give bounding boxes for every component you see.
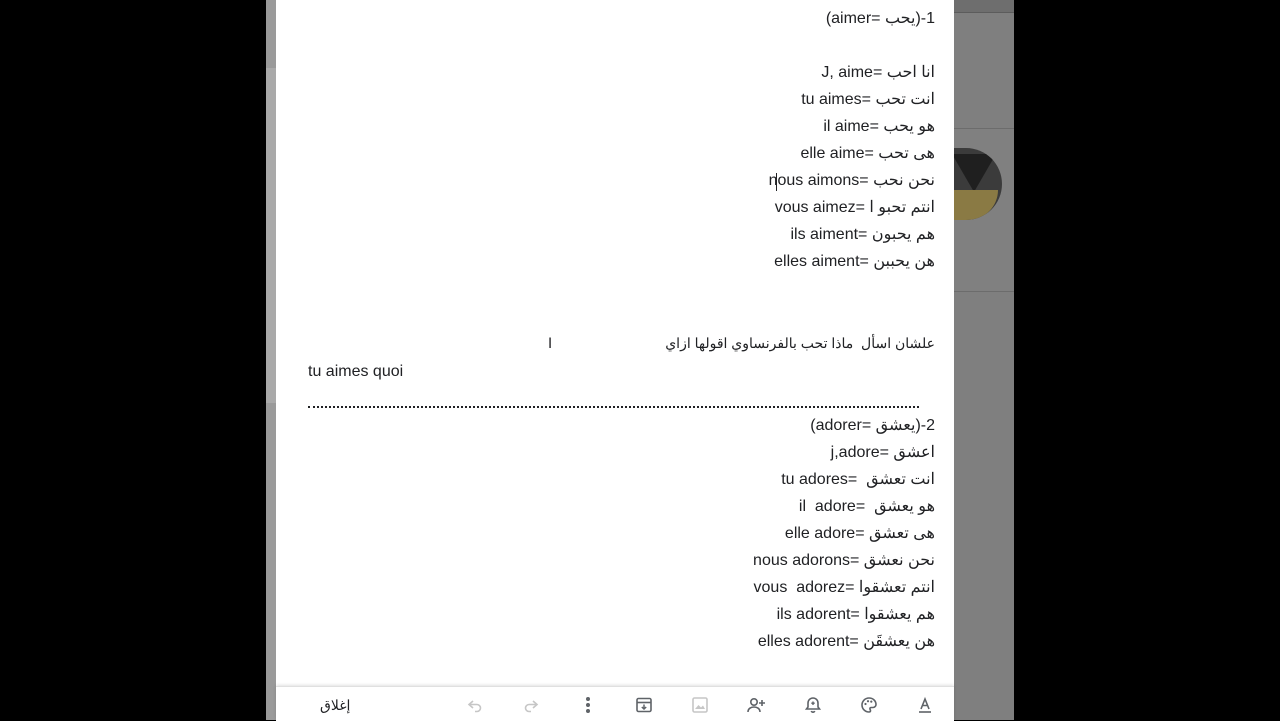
note-line: il aime= هو يحب (823, 118, 935, 135)
note-line: علشان اسأل ماذا تحب بالفرنساوي اقولها از… (665, 335, 935, 351)
more-icon[interactable] (577, 694, 599, 716)
note-line: vous adorez= انتم تعشقوا (753, 579, 935, 596)
undo-icon[interactable] (464, 694, 486, 716)
mouse-ibeam-cursor: I (548, 336, 553, 352)
note-line: (adorer= يعشق)-2 (810, 417, 935, 434)
note-line: tu aimes= انت تحب (801, 91, 935, 108)
note-line: tu aimes quoi (308, 363, 404, 380)
archive-icon[interactable] (633, 694, 655, 716)
close-button[interactable]: إغلاق (320, 697, 350, 714)
scrollbar-thumb[interactable] (266, 68, 276, 403)
redo-icon[interactable] (520, 694, 542, 716)
note-line: tu adores= انت تعشق (781, 471, 935, 488)
note-line: elles aiment= هن يحببن (774, 253, 935, 270)
add-collaborator-icon[interactable] (745, 694, 767, 716)
note-line: il adore= هو يعشق (798, 498, 935, 515)
background-header-strip (954, 0, 1014, 13)
palette-icon[interactable] (858, 694, 880, 716)
note-line: (aimer= يحب)-1 (825, 10, 935, 27)
note-line: j,adore= اعشق (830, 444, 935, 461)
note-line: J, aime= انا احب (821, 64, 935, 81)
note-toolbar: إغلاق (276, 686, 954, 721)
dotted-separator (308, 392, 919, 408)
text-format-icon[interactable] (914, 694, 936, 716)
note-line: elle aime= هى تحب (800, 145, 935, 162)
note-body[interactable]: (aimer= يحب)-1 J, aime= انا احب tu aimes… (276, 0, 954, 686)
note-editor: (aimer= يحب)-1 J, aime= انا احب tu aimes… (276, 0, 954, 721)
text-caret (776, 173, 777, 191)
add-image-icon[interactable] (689, 694, 711, 716)
note-line: nous adorons= نحن نعشق (753, 552, 935, 569)
note-line: nous aimons= نحن نحب (768, 172, 935, 189)
note-line: ils adorent= هم يعشقوا (776, 606, 935, 623)
reminder-icon[interactable] (802, 694, 824, 716)
note-line: ils aiment= هم يحبون (790, 226, 935, 243)
note-line: elles adorent= هن يعشقَن (757, 633, 935, 650)
note-line: elle adore= هى تعشق (784, 525, 935, 542)
note-line: vous aimez= انتم تحبو ا (774, 199, 935, 216)
